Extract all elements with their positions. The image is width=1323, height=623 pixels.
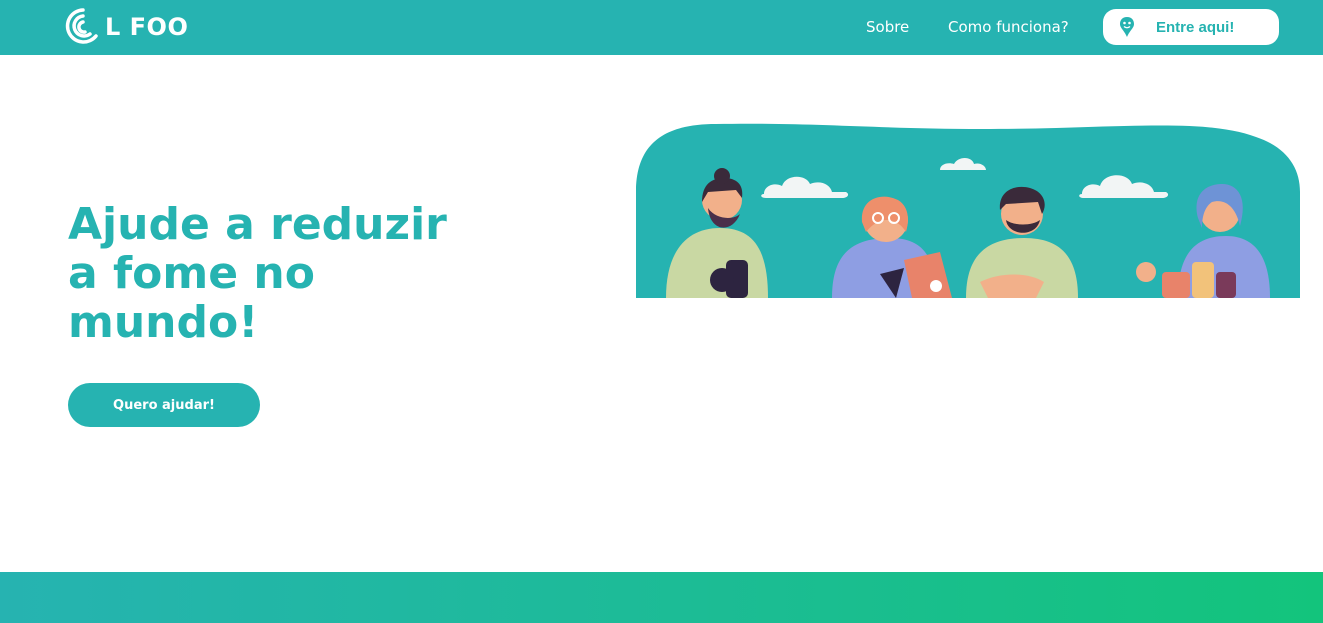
logo-text: L FOO [105,13,189,41]
cta-quero-ajudar-button[interactable]: Quero ajudar! [68,383,260,427]
nav-link-como-funciona[interactable]: Como funciona? [948,17,1069,37]
leaf-circle-logo-icon [65,8,98,44]
footer-gradient-band [0,572,1323,623]
logo[interactable]: L FOO [63,6,188,48]
people-sharing-food-illustration [636,123,1300,298]
hero-title: Ajude a reduzir a fome no mundo! [68,199,447,348]
login-button[interactable]: Entre aqui! [1103,9,1279,45]
nav-link-sobre[interactable]: Sobre [866,17,909,37]
login-button-label: Entre aqui! [1156,18,1235,36]
top-navbar: L FOO Sobre Como funciona? Entre aqui! [0,0,1323,55]
pin-person-icon [1120,17,1134,37]
